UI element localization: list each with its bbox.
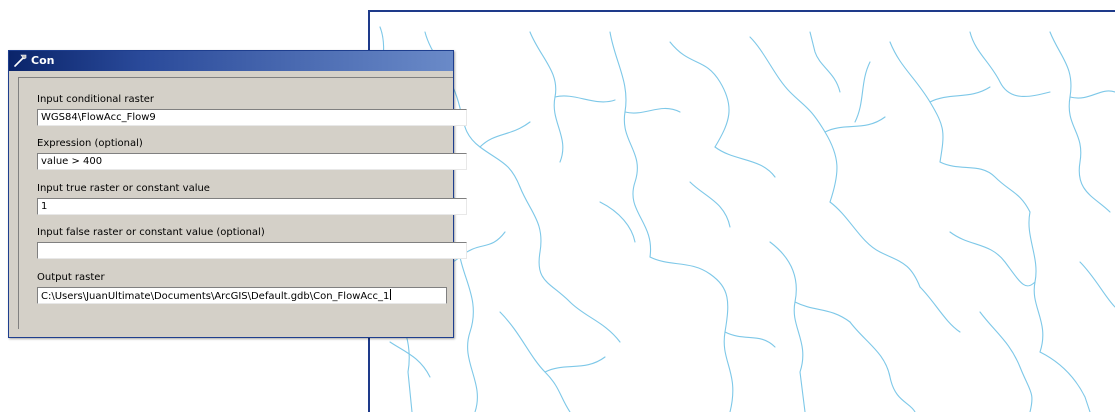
dialog-body: Input conditional raster WGS84\FlowAcc_F… [18, 77, 467, 329]
con-dialog: Con Input conditional raster WGS84\FlowA… [8, 50, 467, 338]
hammer-icon [12, 53, 28, 69]
input-true-raster-field[interactable]: 1 [37, 198, 467, 215]
input-conditional-raster-label: Input conditional raster [37, 94, 155, 105]
output-raster-label: Output raster [37, 272, 105, 283]
title-bar[interactable]: Con [9, 51, 453, 71]
output-raster-field[interactable]: C:\Users\JuanUltimate\Documents\ArcGIS\D… [37, 287, 447, 304]
expression-field[interactable]: value > 400 [37, 153, 467, 170]
expression-label: Expression (optional) [37, 138, 143, 149]
input-false-raster-label: Input false raster or constant value (op… [37, 227, 265, 238]
input-false-raster-field[interactable] [37, 242, 467, 259]
map-view[interactable] [368, 10, 1115, 412]
text-cursor [390, 289, 392, 300]
output-raster-value: C:\Users\JuanUltimate\Documents\ArcGIS\D… [41, 291, 390, 302]
input-conditional-raster-field[interactable]: WGS84\FlowAcc_Flow9 [37, 109, 467, 126]
stream-network [379, 26, 1115, 412]
input-true-raster-label: Input true raster or constant value [37, 183, 210, 194]
dialog-title: Con [31, 54, 55, 67]
